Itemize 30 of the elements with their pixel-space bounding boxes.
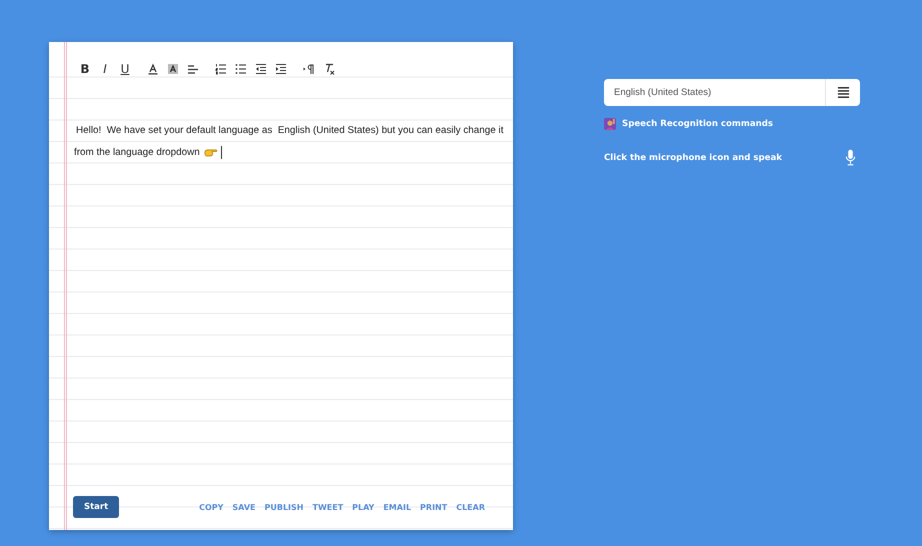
- numbered-list-icon[interactable]: [215, 63, 227, 75]
- action-link[interactable]: TWEET: [312, 502, 344, 512]
- language-select[interactable]: English (United States): [604, 79, 860, 106]
- indent-icon[interactable]: [275, 63, 287, 75]
- action-link[interactable]: SAVE: [232, 502, 256, 512]
- underline-button[interactable]: U: [119, 62, 131, 76]
- paragraph-icon[interactable]: [303, 63, 315, 75]
- italic-button[interactable]: I: [99, 62, 111, 76]
- action-link[interactable]: COPY: [199, 502, 224, 512]
- clear-formatting-icon[interactable]: [323, 63, 335, 75]
- mic-hint-text: Click the microphone icon and speak: [604, 152, 782, 162]
- action-link[interactable]: CLEAR: [456, 502, 485, 512]
- action-link[interactable]: PUBLISH: [264, 502, 304, 512]
- editor-text-line[interactable]: from the language dropdown: [74, 142, 200, 163]
- action-link[interactable]: EMAIL: [383, 502, 412, 512]
- action-link[interactable]: PRINT: [420, 502, 448, 512]
- bold-button[interactable]: B: [79, 62, 91, 76]
- bullet-list-icon[interactable]: [235, 63, 247, 75]
- menu-icon[interactable]: [836, 86, 850, 99]
- text-color-icon[interactable]: [147, 63, 159, 75]
- highlight-icon[interactable]: [167, 63, 179, 75]
- outdent-icon[interactable]: [255, 63, 267, 75]
- start-button[interactable]: Start: [73, 496, 120, 518]
- text-cursor: [220, 146, 222, 159]
- pointing-hand-icon: [204, 146, 218, 158]
- speech-commands-link[interactable]: Speech Recognition commands: [622, 119, 774, 129]
- action-link[interactable]: PLAY: [352, 502, 374, 512]
- align-left-icon[interactable]: [187, 63, 199, 75]
- editor-text-line[interactable]: Hello! We have set your default language as English (United States) but you can easily change it: [76, 120, 504, 142]
- microphone-icon[interactable]: [845, 149, 856, 166]
